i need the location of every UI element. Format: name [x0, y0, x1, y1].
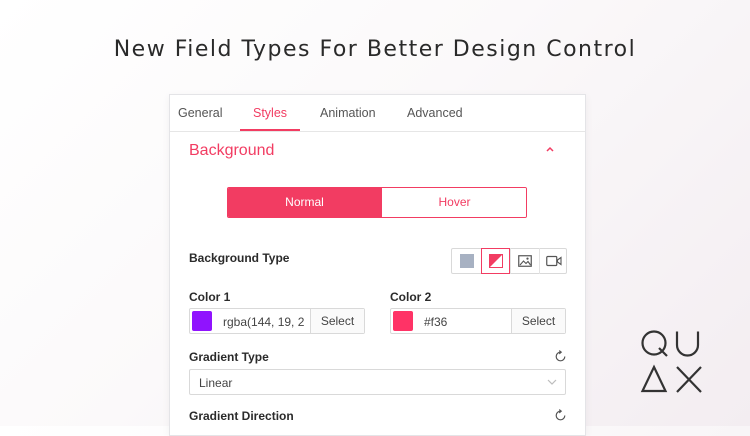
- color1-select-button[interactable]: Select: [310, 309, 364, 333]
- reset-icon[interactable]: [554, 409, 567, 422]
- gradient-type-select[interactable]: Linear: [189, 369, 566, 395]
- tab-styles[interactable]: Styles: [253, 106, 287, 120]
- tab-advanced[interactable]: Advanced: [407, 106, 463, 120]
- chevron-down-icon: [547, 379, 557, 385]
- image-icon[interactable]: [510, 248, 539, 274]
- color2-value[interactable]: #f36: [424, 315, 512, 329]
- background-type-label: Background Type: [189, 251, 290, 265]
- color1-label: Color 1: [189, 290, 231, 304]
- color2-swatch[interactable]: [393, 311, 413, 331]
- gradient-type-label: Gradient Type: [189, 350, 269, 364]
- section-title-background[interactable]: Background: [189, 142, 274, 160]
- color2-label: Color 2: [390, 290, 432, 304]
- hover-state-button[interactable]: Hover: [381, 188, 526, 217]
- gradient-icon[interactable]: [481, 248, 510, 274]
- settings-panel: General Styles Animation Advanced Backgr…: [169, 94, 586, 436]
- reset-icon[interactable]: [554, 350, 567, 363]
- color2-field: #f36 Select: [390, 308, 566, 334]
- color1-value[interactable]: rgba(144, 19, 2: [223, 315, 311, 329]
- color2-select-button[interactable]: Select: [511, 309, 565, 333]
- tab-bar: General Styles Animation Advanced: [170, 95, 585, 132]
- gradient-type-value: Linear: [199, 376, 233, 390]
- tab-animation[interactable]: Animation: [320, 106, 376, 120]
- normal-state-button[interactable]: Normal: [228, 188, 381, 217]
- quax-logo: [640, 330, 702, 393]
- state-toggle: Normal Hover: [227, 187, 527, 218]
- active-tab-indicator: [240, 129, 300, 131]
- color-icon[interactable]: [452, 248, 481, 274]
- background-type-selector: [451, 248, 567, 274]
- gradient-direction-label: Gradient Direction: [189, 409, 294, 423]
- tab-general[interactable]: General: [178, 106, 222, 120]
- chevron-up-icon[interactable]: [543, 143, 557, 157]
- color1-field: rgba(144, 19, 2 Select: [189, 308, 365, 334]
- page-headline: New Field Types For Better Design Contro…: [113, 37, 637, 62]
- color1-swatch[interactable]: [192, 311, 212, 331]
- video-icon[interactable]: [539, 248, 568, 274]
